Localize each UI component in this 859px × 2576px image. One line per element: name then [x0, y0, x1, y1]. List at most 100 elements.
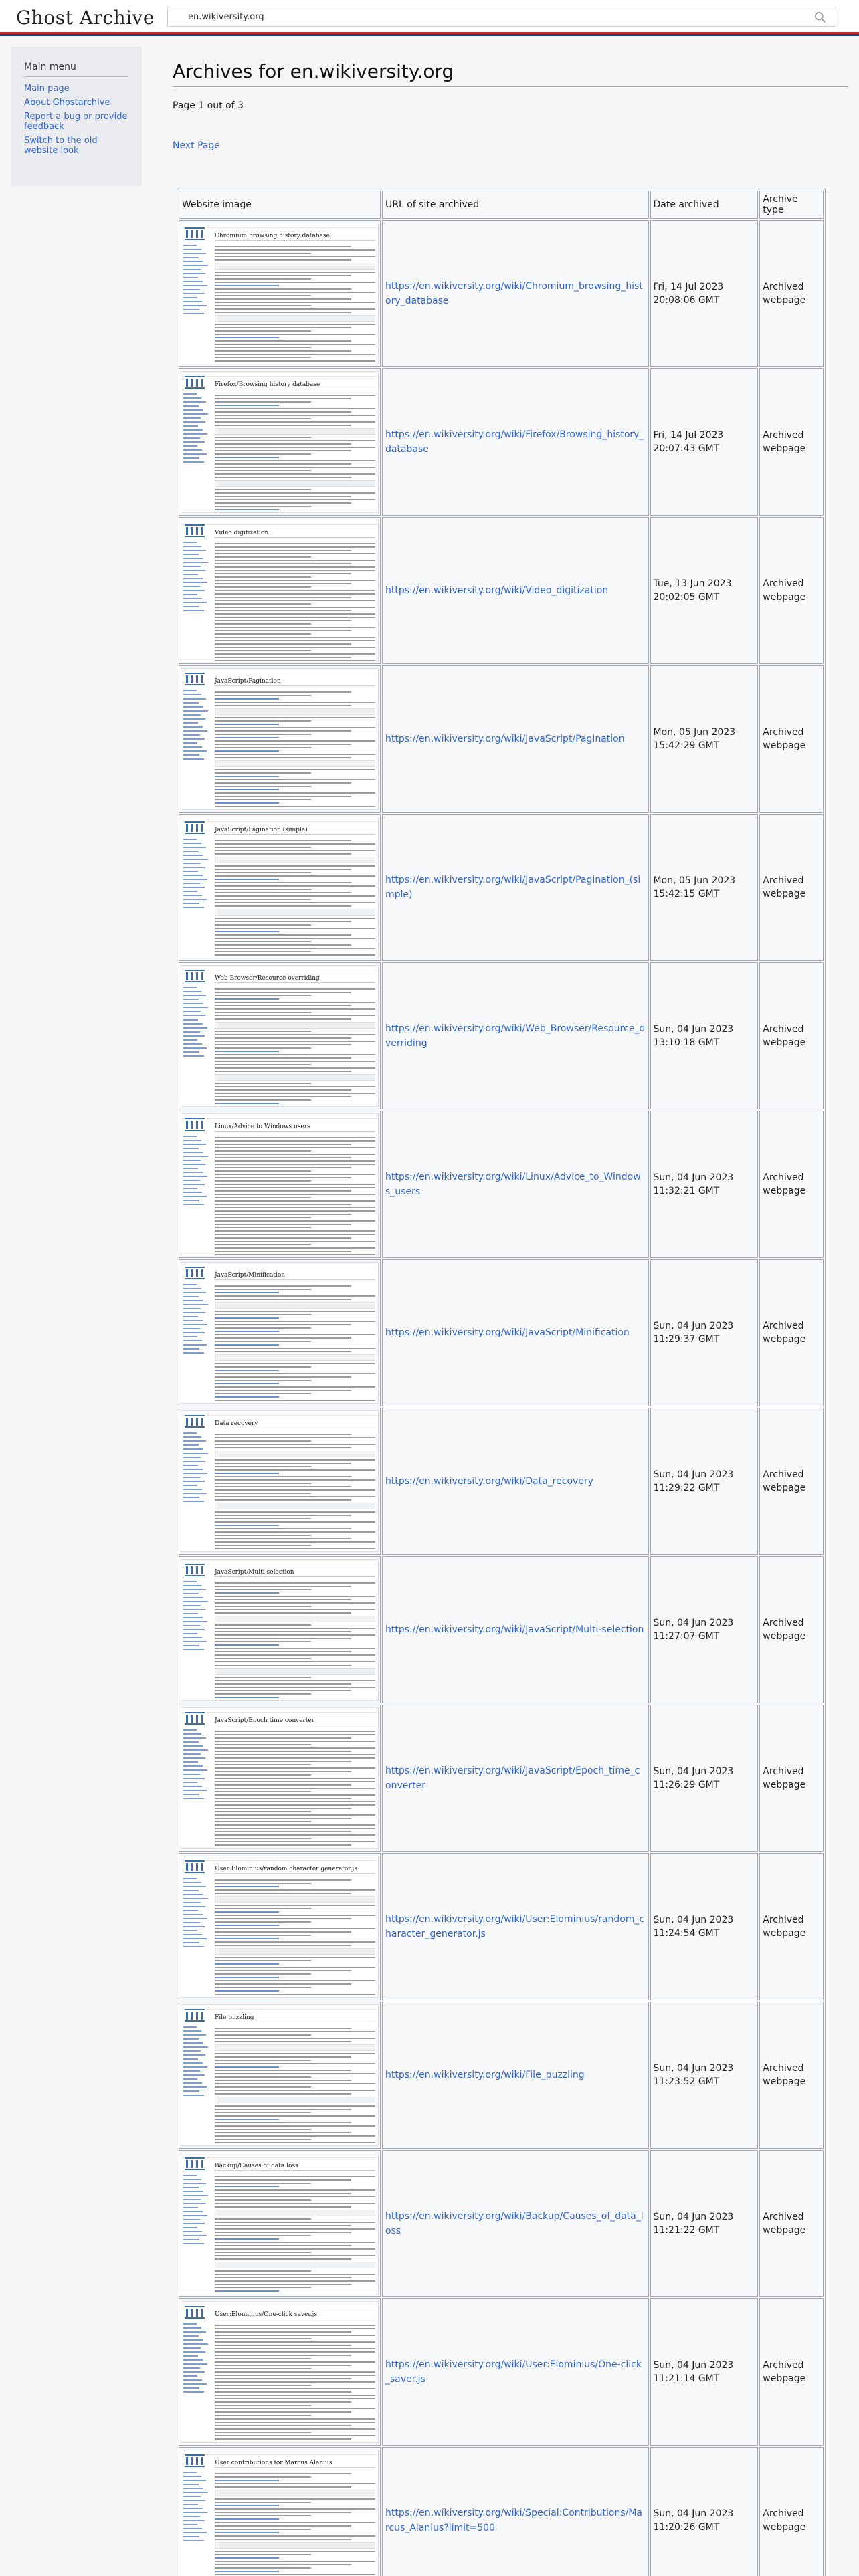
thumbnail-cell: User:Elominius/One-click saver.js [179, 2298, 381, 2446]
archive-time: 11:23:52 GMT [653, 2076, 720, 2087]
thumb-topbar [181, 1263, 378, 1267]
archived-url-link[interactable]: https://en.wikiversity.org/wiki/User:Elo… [385, 1914, 644, 1939]
archive-type: Archived webpage [759, 962, 824, 1109]
url-cell: https://en.wikiversity.org/wiki/JavaScri… [382, 1705, 649, 1852]
thumb-body-text [215, 543, 375, 661]
archived-url-link[interactable]: https://en.wikiversity.org/wiki/Video_di… [385, 585, 608, 596]
thumb-page-title: Video digitization [215, 530, 375, 538]
wikiversity-logo-icon [185, 1414, 205, 1428]
sidebar-link-report-bug[interactable]: Report a bug or provide feedback [24, 112, 128, 132]
archive-time: 20:02:05 GMT [653, 592, 720, 603]
search-box[interactable] [167, 7, 836, 27]
archive-type: Archived webpage [759, 1259, 824, 1406]
archived-url-link[interactable]: https://en.wikiversity.org/wiki/Backup/C… [385, 2211, 644, 2236]
archive-type: Archived webpage [759, 517, 824, 664]
date-cell: Sun, 04 Jun 2023 11:21:14 GMT [650, 2298, 759, 2446]
table-row: Video digitization https://en.wikiversit… [179, 517, 824, 664]
archive-date: Sun, 04 Jun 2023 [653, 1618, 734, 1628]
archived-url-link[interactable]: https://en.wikiversity.org/wiki/JavaScri… [385, 1327, 630, 1338]
date-cell: Sun, 04 Jun 2023 13:10:18 GMT [650, 962, 759, 1109]
thumb-body-text [215, 1731, 375, 1848]
archive-thumbnail[interactable]: Linux/Advice to Windows users [181, 1113, 379, 1255]
thumb-body-text [215, 1285, 375, 1403]
thumb-page-title: JavaScript/Multi-selection [215, 1569, 375, 1577]
table-row: User:Elominius/One-click saver.js https:… [179, 2298, 824, 2446]
archived-url-link[interactable]: https://en.wikiversity.org/wiki/Chromium… [385, 281, 643, 306]
archived-url-link[interactable]: https://en.wikiversity.org/wiki/Linux/Ad… [385, 1172, 641, 1197]
wikiversity-logo-icon [185, 968, 205, 983]
sidebar-link-about[interactable]: About Ghostarchive [24, 98, 128, 108]
thumb-topbar [181, 520, 378, 525]
archive-date: Fri, 14 Jul 2023 [653, 282, 724, 292]
archived-url-link[interactable]: https://en.wikiversity.org/wiki/Web_Brow… [385, 1023, 645, 1049]
archive-thumbnail[interactable]: File puzzling [181, 2004, 379, 2146]
sidebar: Main menu Main page About Ghostarchive R… [11, 47, 142, 186]
archived-url-link[interactable]: https://en.wikiversity.org/wiki/JavaScri… [385, 1765, 640, 1791]
date-cell: Sun, 04 Jun 2023 11:29:22 GMT [650, 1408, 759, 1555]
archived-url-link[interactable]: https://en.wikiversity.org/wiki/Data_rec… [385, 1476, 593, 1487]
archive-thumbnail[interactable]: JavaScript/Epoch time converter [181, 1707, 379, 1849]
archive-thumbnail[interactable]: User:Elominius/One-click saver.js [181, 2301, 379, 2443]
sidebar-link-main-page[interactable]: Main page [24, 84, 128, 94]
archived-url-link[interactable]: https://en.wikiversity.org/wiki/JavaScri… [385, 734, 625, 744]
sidebar-link-old-look[interactable]: Switch to the old website look [24, 136, 128, 156]
thumb-page-title: JavaScript/Epoch time converter [215, 1717, 375, 1725]
wikiversity-logo-icon [185, 523, 205, 538]
thumb-topbar [181, 2005, 378, 2010]
archive-time: 11:21:14 GMT [653, 2373, 720, 2384]
archive-time: 11:24:54 GMT [653, 1928, 720, 1939]
archive-thumbnail[interactable]: Chromium browsing history database [181, 223, 379, 364]
main-content: Archives for en.wikiversity.org Page 1 o… [173, 60, 848, 151]
archive-thumbnail[interactable]: JavaScript/Pagination [181, 668, 379, 810]
archive-thumbnail[interactable]: User contributions for Marcus Alanius [181, 2450, 379, 2576]
archive-thumbnail[interactable]: Web Browser/Resource overriding [181, 965, 379, 1107]
url-cell: https://en.wikiversity.org/wiki/User:Elo… [382, 2298, 649, 2446]
thumb-page-title: Firefox/Browsing history database [215, 381, 375, 389]
archive-time: 15:42:29 GMT [653, 740, 720, 751]
wikiversity-logo-icon [185, 1859, 205, 1874]
next-page-link[interactable]: Next Page [173, 140, 848, 151]
archive-date: Sun, 04 Jun 2023 [653, 1321, 734, 1331]
thumb-body-text [215, 2028, 375, 2145]
archive-thumbnail[interactable]: JavaScript/Minification [181, 1262, 379, 1404]
archive-time: 11:20:26 GMT [653, 2522, 720, 2533]
archive-thumbnail[interactable]: JavaScript/Pagination (simple) [181, 817, 379, 958]
url-cell: https://en.wikiversity.org/wiki/Special:… [382, 2447, 649, 2576]
url-cell: https://en.wikiversity.org/wiki/Video_di… [382, 517, 649, 664]
archive-thumbnail[interactable]: Firefox/Browsing history database [181, 371, 379, 513]
archive-thumbnail[interactable]: Video digitization [181, 520, 379, 661]
archive-thumbnail[interactable]: Data recovery [181, 1410, 379, 1552]
archived-url-link[interactable]: https://en.wikiversity.org/wiki/Firefox/… [385, 429, 644, 455]
thumbnail-cell: Chromium browsing history database [179, 220, 381, 367]
archived-url-link[interactable]: https://en.wikiversity.org/wiki/User:Elo… [385, 2359, 642, 2385]
site-logo[interactable]: Ghost Archive [16, 7, 155, 29]
archived-url-link[interactable]: https://en.wikiversity.org/wiki/JavaScri… [385, 1624, 644, 1635]
archived-url-link[interactable]: https://en.wikiversity.org/wiki/Special:… [385, 2508, 642, 2533]
archive-type: Archived webpage [759, 220, 824, 367]
table-row: Firefox/Browsing history database https:… [179, 368, 824, 516]
search-icon[interactable] [814, 11, 826, 23]
archived-url-link[interactable]: https://en.wikiversity.org/wiki/JavaScri… [385, 875, 640, 900]
archive-thumbnail[interactable]: Backup/Causes of data loss [181, 2153, 379, 2294]
page-count: Page 1 out of 3 [173, 100, 244, 111]
table-row: Linux/Advice to Windows users https://en… [179, 1111, 824, 1258]
wikiversity-logo-icon [185, 226, 205, 241]
thumb-body-text [215, 691, 375, 809]
archived-url-link[interactable]: https://en.wikiversity.org/wiki/File_puz… [385, 2070, 585, 2080]
archive-table: Website image URL of site archived Date … [177, 189, 826, 2576]
wikiversity-logo-icon [185, 671, 205, 686]
thumb-page-title: JavaScript/Minification [215, 1272, 375, 1280]
wikiversity-logo-icon [185, 1265, 205, 1280]
archive-thumbnail[interactable]: JavaScript/Multi-selection [181, 1559, 379, 1701]
archive-time: 11:32:21 GMT [653, 1186, 720, 1196]
table-row: JavaScript/Pagination (simple) https://e… [179, 814, 824, 961]
archive-time: 11:29:22 GMT [653, 1483, 720, 1493]
thumb-sidebar-nav [183, 1432, 210, 1505]
thumb-body-text [215, 2473, 375, 2576]
thumb-topbar [181, 2153, 378, 2158]
wikiversity-logo-icon [185, 1711, 205, 1725]
archive-thumbnail[interactable]: User:Elominius/random character generato… [181, 1856, 379, 1998]
sidebar-title: Main menu [24, 62, 128, 77]
thumbnail-cell: User:Elominius/random character generato… [179, 1853, 381, 2000]
search-input[interactable] [168, 7, 797, 26]
